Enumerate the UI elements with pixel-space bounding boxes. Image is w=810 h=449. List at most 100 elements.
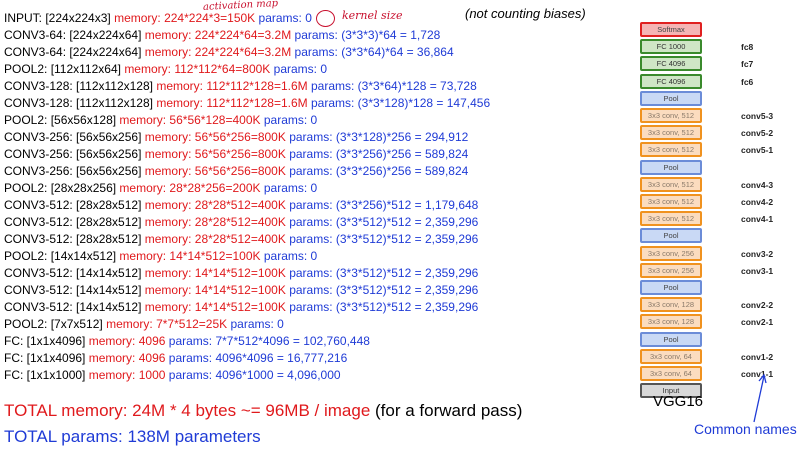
layer-shape-label: FC: [1x1x1000] [4, 368, 86, 382]
layer-common-name: conv1-2 [741, 351, 774, 362]
layer-block-conv: 3x3 conv, 256 [640, 245, 702, 261]
layer-shape-label: FC: [1x1x4096] [4, 334, 86, 348]
layer-common-name: conv2-1 [741, 317, 774, 328]
layer-row: CONV3-64: [224x224x64] memory: 224*224*6… [4, 27, 634, 44]
layer-memory: memory: 28*28*512=400K [144, 198, 286, 212]
layer-memory: memory: 224*224*3=150K [114, 11, 256, 25]
layer-params: params: (3*3*512)*512 = 2,359,296 [289, 266, 479, 280]
layer-memory: memory: 224*224*64=3.2M [144, 45, 292, 59]
layer-shape-label: CONV3-512: [28x28x512] [4, 198, 142, 212]
layer-memory: memory: 28*28*256=200K [119, 181, 261, 195]
layer-row: FC: [1x1x4096] memory: 4096 params: 7*7*… [4, 333, 634, 350]
vgg16-title: VGG16 [653, 393, 704, 410]
layer-memory: memory: 112*112*128=1.6M [156, 79, 308, 93]
total-memory-suffix: (for a forward pass) [375, 401, 523, 420]
layer-row: INPUT: [224x224x3] memory: 224*224*3=150… [4, 10, 634, 27]
layer-common-name: conv4-2 [741, 197, 774, 207]
layer-common-name: fc7 [741, 59, 754, 70]
layer-params: params: 7*7*512*4096 = 102,760,448 [168, 334, 370, 348]
layer-shape-label: CONV3-256: [56x56x256] [4, 147, 142, 161]
layer-params: params: (3*3*256)*256 = 589,824 [289, 147, 469, 161]
layer-common-name: conv3-2 [741, 248, 774, 259]
layer-row: CONV3-512: [28x28x512] memory: 28*28*512… [4, 197, 634, 214]
layer-common-name: conv5-3 [741, 111, 774, 121]
layer-memory: memory: 4096 [88, 351, 166, 365]
total-memory-line: TOTAL memory: 24M * 4 bytes ~= 96MB / im… [4, 401, 522, 421]
layer-memory: memory: 112*112*64=800K [124, 62, 271, 76]
layer-row: CONV3-128: [112x112x128] memory: 112*112… [4, 78, 634, 95]
layer-params: params: (3*3*128)*128 = 147,456 [310, 96, 491, 110]
layer-memory: memory: 56*56*256=800K [144, 130, 286, 144]
arrow-up-icon [753, 373, 767, 423]
layer-block-fc: FC 4096 [640, 73, 702, 89]
layer-shape-label: POOL2: [28x28x256] [4, 181, 117, 195]
layer-params: params: (3*3*64)*64 = 36,864 [294, 45, 454, 59]
layer-row: CONV3-256: [56x56x256] memory: 56*56*256… [4, 129, 634, 146]
layer-common-name: conv4-3 [741, 179, 774, 190]
layer-shape-label: POOL2: [14x14x512] [4, 249, 117, 263]
layer-block-conv: 3x3 conv, 128 [640, 297, 702, 313]
layer-block-conv: 3x3 conv, 512 [640, 125, 702, 141]
layer-memory: memory: 28*28*512=400K [144, 232, 286, 246]
layer-row: CONV3-256: [56x56x256] memory: 56*56*256… [4, 146, 634, 163]
layer-block-conv: 3x3 conv, 512 [640, 108, 702, 123]
layer-row: CONV3-256: [56x56x256] memory: 56*56*256… [4, 163, 634, 180]
layer-memory: memory: 14*14*512=100K [144, 300, 286, 314]
layer-block-conv: 3x3 conv, 512 [640, 176, 702, 192]
layer-row: POOL2: [28x28x256] memory: 28*28*256=200… [4, 180, 634, 197]
layer-common-name: conv4-1 [741, 214, 774, 225]
layer-memory: memory: 7*7*512=25K [106, 317, 228, 331]
layer-row: CONV3-512: [28x28x512] memory: 28*28*512… [4, 214, 634, 231]
layer-shape-label: CONV3-128: [112x112x128] [4, 96, 153, 110]
layer-row: CONV3-128: [112x112x128] memory: 112*112… [4, 95, 634, 112]
layer-shape-label: CONV3-512: [14x14x512] [4, 300, 142, 314]
layer-shape-label: POOL2: [7x7x512] [4, 317, 103, 331]
layer-common-name: conv3-1 [741, 265, 774, 276]
total-memory: TOTAL memory: 24M * 4 bytes ~= 96MB / im… [4, 401, 371, 420]
layer-block-pool: Pool [640, 228, 702, 244]
layer-common-name: fc8 [741, 42, 754, 53]
layer-block-soft: Softmax [640, 22, 702, 37]
layer-params: params: (3*3*256)*256 = 589,824 [289, 164, 469, 178]
layer-params: params: 0 [273, 62, 328, 76]
layer-shape-label: CONV3-64: [224x224x64] [4, 28, 142, 42]
layer-memory: memory: 112*112*128=1.6M [156, 96, 308, 110]
layer-memory: memory: 1000 [88, 368, 166, 382]
layer-memory: memory: 14*14*512=100K [144, 283, 286, 297]
layer-row: POOL2: [112x112x64] memory: 112*112*64=8… [4, 61, 634, 78]
layer-block-fc: FC 4096 [640, 56, 702, 72]
layer-params: params: 4096*1000 = 4,096,000 [168, 368, 341, 382]
layer-params: params: 0 [230, 317, 284, 331]
layer-memory: memory: 56*56*256=800K [144, 164, 286, 178]
layer-common-name: fc6 [741, 76, 754, 87]
layer-params: params: (3*3*128)*256 = 294,912 [289, 130, 469, 144]
layer-shape-label: CONV3-512: [28x28x512] [4, 232, 142, 246]
layer-params: params: 0 [258, 11, 312, 25]
layer-row: FC: [1x1x1000] memory: 1000 params: 4096… [4, 367, 634, 384]
layer-shape-label: CONV3-64: [224x224x64] [4, 45, 142, 59]
layer-memory: memory: 14*14*512=100K [144, 266, 286, 280]
layer-params: params: (3*3*512)*512 = 2,359,296 [289, 283, 479, 297]
layer-params: params: 0 [263, 181, 318, 195]
layer-block-conv: 3x3 conv, 512 [640, 142, 702, 158]
layer-shape-label: POOL2: [56x56x128] [4, 113, 117, 127]
layer-common-name: conv5-2 [741, 128, 774, 139]
layer-shape-label: CONV3-512: [14x14x512] [4, 283, 142, 297]
total-params: TOTAL params: 138M parameters [4, 427, 261, 446]
layer-memory: memory: 56*56*256=800K [144, 147, 286, 161]
layer-block-pool: Pool [640, 90, 702, 106]
layer-params: params: (3*3*256)*512 = 1,179,648 [289, 198, 479, 212]
layer-common-name: conv2-2 [741, 300, 774, 311]
layer-row: CONV3-512: [14x14x512] memory: 14*14*512… [4, 265, 634, 282]
layer-block-pool: Pool [640, 280, 702, 295]
layer-params: params: (3*3*512)*512 = 2,359,296 [289, 215, 479, 229]
layer-block-conv: 3x3 conv, 64 [640, 348, 702, 364]
layer-params: params: 4096*4096 = 16,777,216 [168, 351, 348, 365]
layer-memory-params-list: INPUT: [224x224x3] memory: 224*224*3=150… [4, 10, 634, 384]
layer-row: CONV3-512: [14x14x512] memory: 14*14*512… [4, 299, 634, 316]
layer-row: CONV3-512: [14x14x512] memory: 14*14*512… [4, 282, 634, 299]
layer-block-conv: 3x3 conv, 256 [640, 262, 702, 278]
layer-shape-label: FC: [1x1x4096] [4, 351, 86, 365]
layer-row: POOL2: [7x7x512] memory: 7*7*512=25K par… [4, 316, 634, 333]
layer-memory: memory: 56*56*128=400K [119, 113, 261, 127]
